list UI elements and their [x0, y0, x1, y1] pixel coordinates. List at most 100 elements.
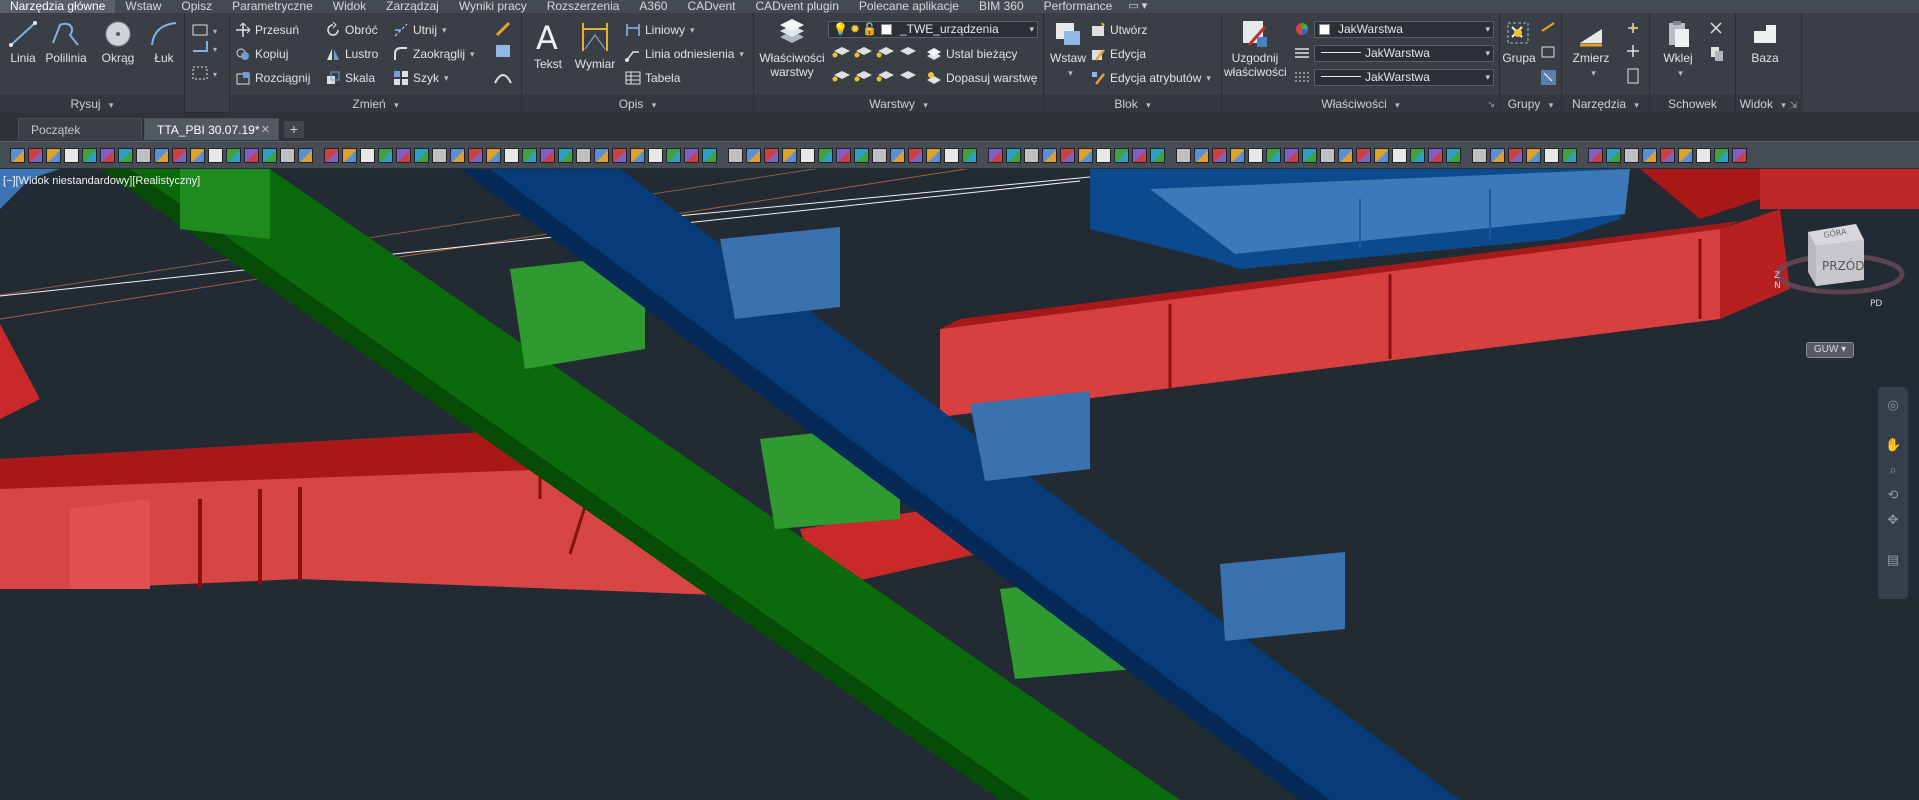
skala-button[interactable]: Skala	[325, 69, 375, 87]
toolbar-button[interactable]	[1544, 148, 1559, 163]
toolbar-button[interactable]	[962, 148, 977, 163]
showmotion-icon[interactable]: ✥	[1885, 512, 1901, 528]
toolbar-button[interactable]	[728, 148, 743, 163]
toolbar-button[interactable]	[1176, 148, 1191, 163]
ribbon-tab[interactable]: Rozszerzenia	[537, 0, 630, 13]
panel-title-blok[interactable]: Blok ▾	[1044, 95, 1221, 113]
toolbar-button[interactable]	[890, 148, 905, 163]
zmierz-button[interactable]: Zmierz ▾	[1568, 17, 1614, 80]
panel-title-rysuj[interactable]: Rysuj ▾	[0, 95, 184, 113]
clipboard-icons[interactable]	[1708, 21, 1726, 67]
toolbar-button[interactable]	[1024, 148, 1039, 163]
ribbon-tab[interactable]: Opisz	[171, 0, 222, 13]
toolbar-button[interactable]	[1114, 148, 1129, 163]
toolbar-button[interactable]	[1150, 148, 1165, 163]
toolbar-button[interactable]	[280, 148, 295, 163]
layer-combo[interactable]: 💡 ✹ 🔓 _TWE_urządzenia ▾	[828, 21, 1038, 38]
luk-button[interactable]: Łuk	[142, 17, 186, 65]
toolbar-button[interactable]	[908, 148, 923, 163]
toolbar-button[interactable]	[1096, 148, 1111, 163]
toolbar-button[interactable]	[46, 148, 61, 163]
ribbon-options-icon[interactable]: ▭ ▾	[1122, 0, 1153, 13]
toolbar-button[interactable]	[1284, 148, 1299, 163]
toolbar-button[interactable]	[244, 148, 259, 163]
przesun-button[interactable]: Przesuń	[235, 21, 299, 39]
toolbar-button[interactable]	[764, 148, 779, 163]
toolbar-button[interactable]	[872, 148, 887, 163]
toolbar-button[interactable]	[468, 148, 483, 163]
toolbar-button[interactable]	[1248, 148, 1263, 163]
pan-icon[interactable]: ✋	[1885, 437, 1901, 453]
toolbar-button[interactable]	[154, 148, 169, 163]
ribbon-tab[interactable]: BIM 360	[969, 0, 1034, 13]
toolbar-button[interactable]	[522, 148, 537, 163]
polilinia-button[interactable]: Polilinia	[42, 17, 90, 65]
toolbar-button[interactable]	[396, 148, 411, 163]
panel-title-zmien[interactable]: Zmień ▾	[230, 95, 521, 113]
toolbar-button[interactable]	[100, 148, 115, 163]
linia-odniesienia-button[interactable]: Linia odniesienia ▾	[625, 45, 744, 63]
toolbar-button[interactable]	[782, 148, 797, 163]
panel-title-schowek[interactable]: Schowek	[1650, 95, 1735, 113]
panel-title-warstwy[interactable]: Warstwy ▾	[754, 95, 1043, 113]
panel-title-opis[interactable]: Opis ▾	[522, 95, 753, 113]
tekst-button[interactable]: A Tekst	[528, 17, 568, 71]
toolbar-button[interactable]	[800, 148, 815, 163]
wlasciwosci-warstwy-button[interactable]: Właściwości warstwy	[756, 17, 828, 79]
steering-wheel-icon[interactable]: ◎	[1885, 397, 1901, 413]
toolbar-button[interactable]	[1588, 148, 1603, 163]
wklej-button[interactable]: Wklej ▾	[1658, 17, 1698, 80]
dopasuj-warstwe-button[interactable]: Dopasuj warstwę	[926, 69, 1037, 87]
rozciagnij-button[interactable]: Rozciągnij	[235, 69, 310, 87]
wstaw-button[interactable]: Wstaw ▾	[1048, 17, 1088, 80]
draw-small-tools-icon[interactable]: ▾ ▾ ▾	[189, 23, 223, 93]
toolbar-button[interactable]	[1714, 148, 1729, 163]
toolbar-button[interactable]	[558, 148, 573, 163]
toolbar-button[interactable]	[172, 148, 187, 163]
toolbar-button[interactable]	[10, 148, 25, 163]
ribbon-tab[interactable]: Polecane aplikacje	[849, 0, 969, 13]
toolbar-button[interactable]	[1230, 148, 1245, 163]
layer-tools-icons[interactable]	[832, 43, 922, 89]
duct-model-scene[interactable]	[0, 169, 1919, 800]
toolbar-button[interactable]	[1338, 148, 1353, 163]
uzgodnij-wlasciwosci-button[interactable]: Uzgodnij właściwości	[1224, 17, 1287, 79]
viewport-label[interactable]: [−][Widok niestandardowy][Realistyczny]	[3, 175, 200, 187]
toolbar-button[interactable]	[1006, 148, 1021, 163]
toolbar-button[interactable]	[262, 148, 277, 163]
tabela-button[interactable]: Tabela	[625, 69, 680, 87]
toolbar-button[interactable]	[64, 148, 79, 163]
toolbar-button[interactable]	[1606, 148, 1621, 163]
lustro-button[interactable]: Lustro	[325, 45, 378, 63]
toolbar-button[interactable]	[190, 148, 205, 163]
linia-button[interactable]: Linia	[4, 17, 42, 65]
toolbar-button[interactable]	[82, 148, 97, 163]
szyk-button[interactable]: Szyk ▾	[393, 69, 449, 87]
linetype-combo[interactable]: JakWarstwa ▾	[1314, 45, 1494, 62]
toolbar-button[interactable]	[1490, 148, 1505, 163]
ribbon-tab[interactable]: A360	[629, 0, 677, 13]
toolbar-button[interactable]	[630, 148, 645, 163]
toolbar-button[interactable]	[684, 148, 699, 163]
tab-poczatek[interactable]: Początek	[18, 118, 142, 140]
toolbar-button[interactable]	[324, 148, 339, 163]
lineweight-combo[interactable]: JakWarstwa ▾	[1314, 69, 1494, 86]
panel-title-narzedzia[interactable]: Narzędzia ▾	[1562, 95, 1649, 113]
ribbon-tab[interactable]: Widok	[323, 0, 376, 13]
toolbar-button[interactable]	[1302, 148, 1317, 163]
orbit-icon[interactable]: ⟲	[1885, 487, 1901, 503]
toolbar-button[interactable]	[378, 148, 393, 163]
toolbar-button[interactable]	[1132, 148, 1147, 163]
panel-title-grupy[interactable]: Grupy ▾	[1500, 95, 1561, 113]
toolbar-button[interactable]	[594, 148, 609, 163]
color-combo[interactable]: JakWarstwa ▾	[1314, 21, 1494, 38]
utility-icons[interactable]	[1624, 21, 1642, 87]
ustal-biezacy-button[interactable]: Ustal bieżący	[926, 45, 1017, 63]
wymiar-button[interactable]: Wymiar	[572, 17, 618, 71]
ribbon-tab[interactable]: Zarządzaj	[376, 0, 449, 13]
layout-icon[interactable]: ▤	[1885, 552, 1901, 568]
toolbar-button[interactable]	[612, 148, 627, 163]
ribbon-tab[interactable]: Narzędzia główne	[0, 0, 116, 13]
tab-tta-pbi[interactable]: TTA_PBI 30.07.19* ✕	[144, 118, 279, 140]
toolbar-button[interactable]	[450, 148, 465, 163]
